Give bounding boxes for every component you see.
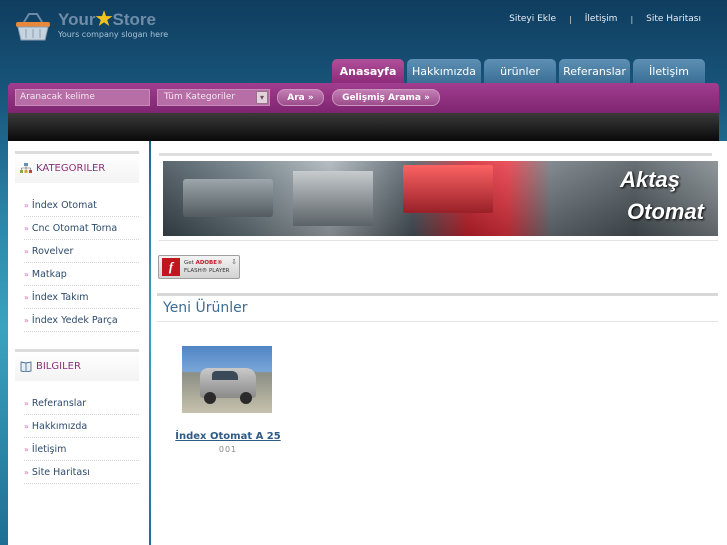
tab-iletisim[interactable]: İletişim — [633, 59, 705, 83]
info-item[interactable]: » Site Haritası — [24, 461, 139, 484]
search-input[interactable]: Aranacak kelime — [15, 89, 150, 106]
bullet-icon: » — [24, 444, 29, 454]
categories-list: » İndex Otomat » Cnc Otomat Torna » Rovelve… — [24, 194, 139, 332]
bullet-icon: » — [24, 398, 29, 408]
divider — [159, 240, 718, 241]
category-item[interactable]: » Rovelver — [24, 240, 139, 263]
info-list: » Referanslar » Hakkımızda » İletişim » Site… — [24, 392, 139, 484]
car-wheel-shape — [204, 392, 216, 404]
banner-title-line2: Otomat — [627, 199, 704, 224]
separator: | — [569, 14, 572, 24]
category-select-value: Tüm Kategoriler — [164, 92, 236, 102]
car-wheel-shape — [240, 392, 252, 404]
separator: | — [630, 14, 634, 24]
toplink-sitemap[interactable]: Site Haritası — [646, 14, 701, 24]
bullet-icon: » — [24, 292, 29, 302]
category-tree-icon — [20, 163, 32, 173]
flash-badge-line2: FLASH® PLAYER — [184, 268, 230, 274]
category-select[interactable]: Tüm Kategoriler ▾ — [157, 89, 270, 106]
star-icon: ★ — [95, 9, 113, 30]
section-title: Yeni Ürünler — [163, 300, 248, 316]
info-title: BILGILER — [36, 361, 81, 372]
bullet-icon: » — [24, 223, 29, 233]
advanced-search-button[interactable]: Gelişmiş Arama » — [332, 89, 440, 106]
category-item[interactable]: » İndex Yedek Parça — [24, 309, 139, 332]
product-name-link[interactable]: İndex Otomat A 25 — [175, 431, 281, 442]
product-image[interactable] — [182, 346, 272, 413]
info-item[interactable]: » İletişim — [24, 438, 139, 461]
bullet-icon: » — [24, 269, 29, 279]
sidebar: KATEGORILER » İndex Otomat » Cnc Otomat To… — [8, 141, 149, 545]
tab-urunler[interactable]: ürünler — [484, 59, 556, 83]
divider — [157, 321, 718, 322]
bullet-icon: » — [24, 315, 29, 325]
info-item[interactable]: » Referanslar — [24, 392, 139, 415]
toplink-add-site[interactable]: Siteyi Ekle — [509, 14, 556, 24]
bullet-icon: » — [24, 421, 29, 431]
bullet-icon: » — [24, 200, 29, 210]
banner-title-line1: Aktaş — [620, 167, 680, 192]
category-item[interactable]: » İndex Takım — [24, 286, 139, 309]
top-links: Siteyi Ekle | İletişim | Site Haritası — [509, 14, 701, 24]
tab-anasayfa[interactable]: Anasayfa — [332, 59, 404, 83]
logo-title: Your★Store — [58, 9, 156, 30]
download-arrow-icon: ⇩ — [231, 258, 237, 266]
tab-referanslar[interactable]: Referanslar — [559, 59, 630, 83]
categories-title: KATEGORILER — [36, 163, 106, 174]
logo[interactable]: Your★Store Yours company slogan here — [14, 8, 194, 44]
car-window-shape — [212, 371, 238, 380]
chevron-down-icon[interactable]: ▾ — [256, 91, 268, 104]
search-button[interactable]: Ara » — [277, 89, 324, 106]
info-item[interactable]: » Hakkımızda — [24, 415, 139, 438]
tab-hakkimizda[interactable]: Hakkımızda — [407, 59, 481, 83]
basket-icon — [16, 13, 50, 41]
divider — [159, 153, 712, 156]
category-item[interactable]: » Cnc Otomat Torna — [24, 217, 139, 240]
product-code: 001 — [218, 445, 238, 454]
bullet-icon: » — [24, 467, 29, 477]
toplink-contact[interactable]: İletişim — [585, 14, 618, 24]
categories-header: KATEGORILER — [15, 151, 139, 183]
get-flash-player-badge[interactable]: f Get ADOBE® FLASH® PLAYER ⇩ — [158, 255, 240, 279]
banner-image: Aktaş Otomat — [163, 161, 718, 236]
book-icon — [20, 361, 32, 372]
search-bar: Aranacak kelime Tüm Kategoriler ▾ Ara » … — [8, 83, 719, 113]
logo-slogan: Yours company slogan here — [58, 30, 169, 39]
bullet-icon: » — [24, 246, 29, 256]
main-content: Aktaş Otomat f Get ADOBE® FLASH® PLAYER … — [151, 141, 727, 545]
category-item[interactable]: » Matkap — [24, 263, 139, 286]
divider — [157, 293, 718, 296]
flash-badge-line1: Get ADOBE® — [184, 260, 223, 266]
dark-divider-bar — [8, 113, 719, 141]
category-item[interactable]: » İndex Otomat — [24, 194, 139, 217]
flash-icon: f — [162, 258, 180, 276]
info-header: BILGILER — [15, 349, 139, 381]
main-tabs: Anasayfa Hakkımızda ürünler Referanslar … — [332, 59, 705, 83]
